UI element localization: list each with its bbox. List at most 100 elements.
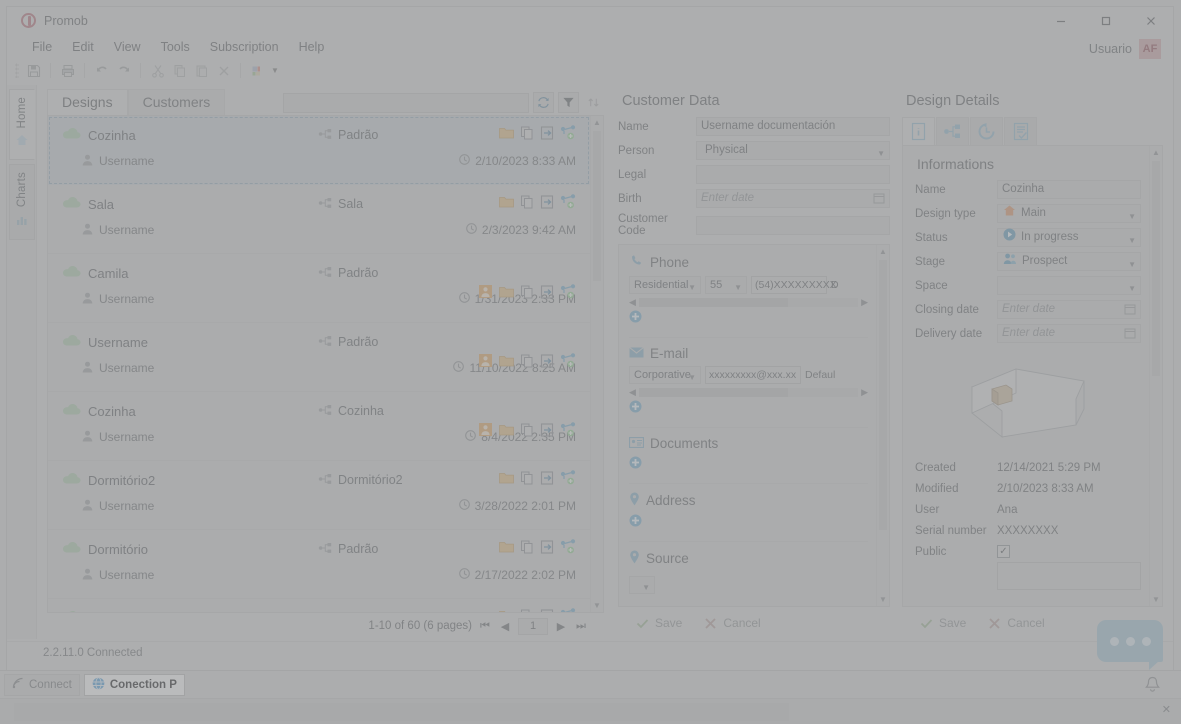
refresh-icon[interactable] — [533, 92, 554, 113]
scroll-thumb[interactable] — [879, 260, 887, 530]
design-scrollbar[interactable]: ▲ ▼ — [1149, 146, 1162, 606]
email-address-input[interactable]: xxxxxxxxx@xxx.xx — [705, 366, 801, 384]
design-field-stage-select[interactable]: Prospect ▼ — [997, 252, 1141, 271]
add-document-icon[interactable] — [629, 456, 642, 473]
tab-checklist[interactable] — [1004, 117, 1037, 146]
export-icon[interactable] — [540, 284, 554, 304]
scroll-left-icon[interactable]: ◀ — [629, 387, 636, 398]
delete-icon[interactable] — [214, 61, 233, 80]
tab-designs[interactable]: Designs — [47, 89, 128, 115]
sort-icon[interactable] — [583, 92, 604, 113]
copy-icon[interactable] — [520, 540, 534, 559]
person-icon[interactable] — [478, 422, 493, 442]
undo-icon[interactable] — [92, 61, 111, 80]
taskbar-connect-button[interactable]: Connect — [4, 673, 80, 696]
export-icon[interactable] — [540, 608, 554, 612]
scroll-right-icon[interactable]: ▶ — [861, 387, 868, 398]
scroll-down-icon[interactable]: ▼ — [591, 599, 603, 612]
print-icon[interactable] — [58, 61, 77, 80]
phone-hscrollbar[interactable]: ◀ ▶ — [629, 297, 868, 308]
export-icon[interactable] — [540, 422, 554, 442]
folder-icon[interactable] — [499, 126, 514, 144]
first-page-button[interactable]: ⏮ — [478, 620, 492, 633]
avatar[interactable]: AF — [1139, 39, 1161, 59]
export-icon[interactable] — [540, 539, 554, 559]
add-address-icon[interactable] — [629, 514, 642, 531]
design-field-status-select[interactable]: In progress ▼ — [997, 228, 1141, 247]
field-name-input[interactable]: Username documentación — [696, 117, 890, 136]
share-icon[interactable] — [560, 608, 576, 612]
phone-number-input[interactable]: (54)XXXXXXXXX — [751, 276, 837, 294]
close-button[interactable] — [1128, 7, 1173, 35]
folder-icon[interactable] — [499, 195, 514, 213]
tab-history[interactable] — [970, 117, 1003, 146]
save-icon[interactable] — [24, 61, 43, 80]
customer-save-button[interactable]: Save — [636, 616, 682, 630]
design-field-delivery-date-input[interactable]: Enter date — [997, 324, 1141, 343]
scroll-down-icon[interactable]: ▼ — [1150, 593, 1162, 606]
list-scrollbar[interactable]: ▲ ▼ — [590, 116, 603, 612]
folder-icon[interactable] — [499, 471, 514, 489]
share-icon[interactable] — [560, 470, 576, 490]
scroll-up-icon[interactable]: ▲ — [591, 116, 603, 129]
copy-icon[interactable] — [520, 471, 534, 490]
email-scroll-track[interactable] — [638, 388, 859, 397]
redo-icon[interactable] — [114, 61, 133, 80]
next-page-button[interactable]: ▶ — [554, 620, 568, 633]
maximize-button[interactable] — [1083, 7, 1128, 35]
calendar-icon[interactable] — [873, 192, 885, 210]
table-row[interactable]: Dormitório Padrão Username 2/17/2022 2:02 P… — [48, 530, 590, 599]
folder-icon[interactable] — [499, 540, 514, 558]
copy-icon[interactable] — [520, 195, 534, 214]
phone-country-select[interactable]: 55 ▼ — [705, 276, 747, 294]
chat-bubble[interactable] — [1097, 620, 1163, 670]
table-row[interactable]: Cozinha Cozinha Username 8/4/2022 2:35 PM — [48, 392, 590, 461]
menu-edit[interactable]: Edit — [63, 37, 103, 57]
copy-icon[interactable] — [520, 609, 534, 612]
field-customer-code-input[interactable] — [696, 215, 890, 235]
design-field-type-select[interactable]: Main ▼ — [997, 204, 1141, 223]
table-row[interactable]: Cozinha Padrão Username 2/10/2023 8:33 AM — [48, 116, 590, 185]
export-icon[interactable] — [540, 353, 554, 373]
paste-icon[interactable] — [192, 61, 211, 80]
folder-icon[interactable] — [499, 609, 514, 612]
design-field-space-select[interactable]: ▼ — [997, 276, 1141, 295]
export-icon[interactable] — [540, 470, 554, 490]
page-number-input[interactable]: 1 — [518, 617, 548, 635]
copy-icon[interactable] — [520, 126, 534, 145]
share-icon[interactable] — [560, 194, 576, 214]
scroll-left-icon[interactable]: ◀ — [629, 297, 636, 308]
menu-subscription[interactable]: Subscription — [201, 37, 288, 57]
share-icon[interactable] — [560, 539, 576, 559]
export-icon[interactable] — [540, 125, 554, 145]
customer-cancel-button[interactable]: Cancel — [704, 616, 761, 630]
taskbar-conection-button[interactable]: Conection P — [83, 673, 185, 696]
design-field-closing-date-input[interactable]: Enter date — [997, 300, 1141, 319]
phone-type-select[interactable]: Residential ▼ — [629, 276, 701, 294]
share-icon[interactable] — [560, 422, 576, 442]
customer-scrollbar[interactable]: ▲ ▼ — [876, 245, 889, 606]
colors-caret-icon[interactable]: ▼ — [271, 66, 279, 75]
tab-info[interactable] — [902, 117, 935, 146]
calendar-icon[interactable] — [1124, 303, 1136, 321]
minimize-button[interactable] — [1038, 7, 1083, 35]
menu-help[interactable]: Help — [290, 37, 334, 57]
share-icon[interactable] — [560, 353, 576, 373]
email-hscrollbar[interactable]: ◀ ▶ — [629, 387, 868, 398]
email-type-select[interactable]: Corporative ▼ — [629, 366, 701, 384]
table-row[interactable]: Dormitório2 Dormitório2 Username 3/28/2022 … — [48, 461, 590, 530]
folder-icon[interactable] — [499, 285, 514, 303]
menu-view[interactable]: View — [105, 37, 150, 57]
person-icon[interactable] — [478, 284, 493, 304]
share-icon[interactable] — [560, 284, 576, 304]
field-birth-input[interactable]: Enter date — [696, 189, 890, 208]
field-person-select[interactable]: Physical ▼ — [696, 141, 890, 160]
email-scroll-thumb[interactable] — [638, 388, 788, 397]
public-checkbox[interactable]: ✓ — [997, 545, 1010, 558]
design-field-name-input[interactable]: Cozinha — [997, 180, 1141, 199]
person-icon[interactable] — [478, 353, 493, 373]
folder-icon[interactable] — [499, 423, 514, 441]
table-row[interactable]: Sala Padrão — [48, 599, 590, 612]
scroll-up-icon[interactable]: ▲ — [1150, 146, 1162, 159]
desktop-close-icon[interactable]: ✕ — [1162, 703, 1171, 716]
